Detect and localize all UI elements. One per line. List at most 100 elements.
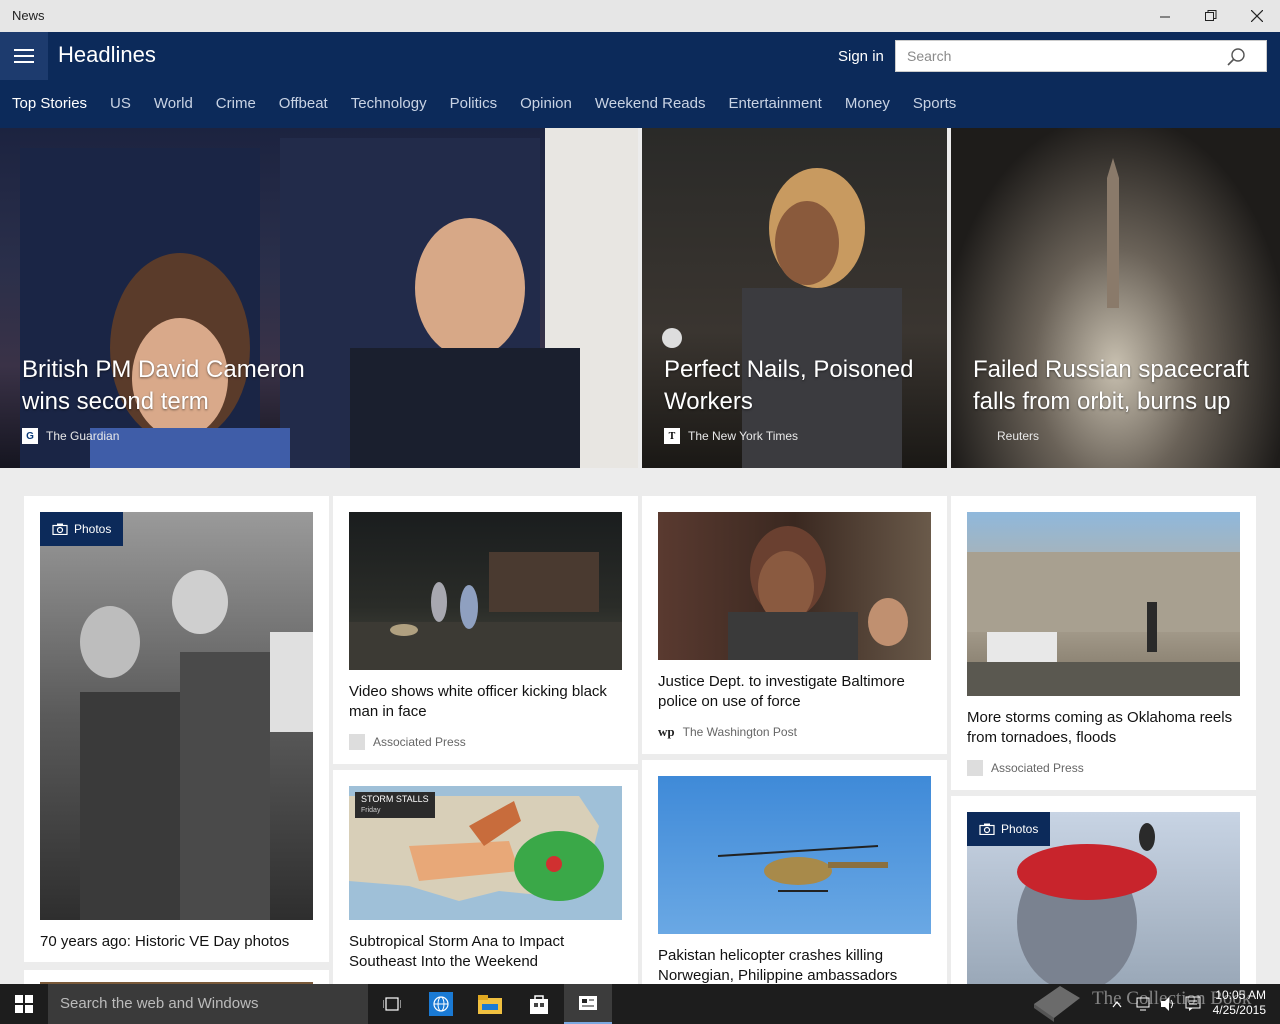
story-card[interactable]: More storms coming as Oklahoma reels fro…: [951, 496, 1256, 790]
card-source: Associated Press: [967, 760, 1084, 776]
store-bag-icon: [530, 995, 548, 1014]
tab-offbeat[interactable]: Offbeat: [279, 95, 328, 112]
restore-icon: [1205, 10, 1217, 21]
action-center-icon[interactable]: [1185, 996, 1201, 1012]
photos-badge-label: Photos: [1001, 822, 1039, 836]
category-tabs: Top Stories US World Crime Offbeat Techn…: [12, 95, 979, 112]
sign-in-link[interactable]: Sign in: [838, 48, 884, 65]
washington-post-logo-icon: wp: [658, 724, 675, 739]
hero-source-name: Reuters: [997, 429, 1040, 443]
nyt-logo-icon: T: [664, 428, 680, 444]
map-label: STORM STALLS Friday: [355, 792, 435, 818]
weather-map: STORM STALLS Friday: [349, 786, 622, 920]
hero-story[interactable]: Perfect Nails, Poisoned Workers T The Ne…: [642, 128, 947, 468]
tab-politics[interactable]: Politics: [450, 95, 498, 112]
guardian-logo-icon: G: [22, 428, 38, 444]
story-card[interactable]: [24, 970, 329, 986]
task-view-icon: [383, 997, 401, 1011]
hero-story[interactable]: British PM David Cameron wins second ter…: [0, 128, 638, 468]
story-card[interactable]: STORM STALLS Friday Subtropical Storm An…: [333, 770, 638, 984]
card-title: Pakistan helicopter crashes killing Norw…: [658, 947, 898, 984]
minimize-icon: [1159, 16, 1170, 17]
folder-icon: [478, 995, 502, 1014]
reuters-logo-icon: [973, 428, 989, 444]
search-icon[interactable]: [1226, 47, 1246, 67]
restore-button[interactable]: [1188, 0, 1234, 32]
tab-top-stories[interactable]: Top Stories: [12, 95, 87, 112]
tab-opinion[interactable]: Opinion: [520, 95, 572, 112]
map-label-sub: Friday: [361, 807, 381, 814]
globe-icon: [429, 992, 453, 1016]
card-source: wp The Washington Post: [658, 724, 797, 740]
hero-source-name: The Guardian: [46, 429, 120, 443]
hero-title: Perfect Nails, Poisoned Workers: [664, 356, 914, 415]
card-photo: [349, 512, 622, 670]
hero-story[interactable]: Failed Russian spacecraft falls from orb…: [951, 128, 1280, 468]
card-source-name: The Washington Post: [682, 725, 797, 739]
task-view-button[interactable]: [368, 984, 416, 1024]
hero-source: G The Guardian: [22, 428, 119, 444]
minimize-button[interactable]: [1142, 0, 1188, 32]
camera-icon: [979, 823, 995, 835]
tab-entertainment[interactable]: Entertainment: [728, 95, 821, 112]
tab-weekend-reads[interactable]: Weekend Reads: [595, 95, 706, 112]
camera-icon: [52, 523, 68, 535]
story-card[interactable]: Photos 70 years ago: Historic VE Day pho…: [24, 496, 329, 962]
photos-badge: Photos: [967, 812, 1051, 846]
story-card[interactable]: Pakistan helicopter crashes killing Norw…: [642, 760, 947, 984]
hero-title: Failed Russian spacecraft falls from orb…: [973, 356, 1250, 415]
ap-logo-icon: [349, 734, 365, 750]
clock-time: 10:05 AM: [1215, 988, 1266, 1002]
photos-badge: Photos: [40, 512, 124, 546]
card-title: 70 years ago: Historic VE Day photos: [40, 933, 290, 950]
hamburger-menu-button[interactable]: [0, 32, 48, 80]
title-bar: News: [0, 0, 1280, 32]
card-source-name: Associated Press: [991, 761, 1084, 775]
card-title: Video shows white officer kicking black …: [349, 683, 607, 720]
news-app-button[interactable]: [564, 984, 612, 1024]
story-card[interactable]: Photos: [951, 796, 1256, 992]
card-title: Justice Dept. to investigate Baltimore p…: [658, 673, 905, 710]
story-card[interactable]: Video shows white officer kicking black …: [333, 496, 638, 764]
hero-title: British PM David Cameron wins second ter…: [22, 356, 305, 415]
hero-source: T The New York Times: [664, 428, 798, 444]
close-button[interactable]: [1234, 0, 1280, 32]
card-title: Subtropical Storm Ana to Impact Southeas…: [349, 933, 565, 970]
tab-crime[interactable]: Crime: [216, 95, 256, 112]
search-input[interactable]: [896, 41, 1216, 71]
app-header: Headlines Sign in Top Stories US World C…: [0, 32, 1280, 128]
tab-us[interactable]: US: [110, 95, 131, 112]
start-button[interactable]: [0, 984, 48, 1024]
edge-browser-button[interactable]: [417, 984, 465, 1024]
close-icon: [1251, 10, 1263, 22]
card-photo: [40, 512, 313, 920]
clock-date: 4/25/2015: [1212, 1003, 1266, 1017]
photos-badge-label: Photos: [74, 522, 112, 536]
watermark-book-logo: [1034, 986, 1080, 1022]
card-source-name: Associated Press: [373, 735, 466, 749]
taskbar: Search the web and Windows The Collectio…: [0, 984, 1280, 1024]
map-label-title: STORM STALLS: [361, 794, 429, 804]
tab-money[interactable]: Money: [845, 95, 890, 112]
tab-world[interactable]: World: [154, 95, 193, 112]
card-title: More storms coming as Oklahoma reels fro…: [967, 709, 1233, 746]
tab-sports[interactable]: Sports: [913, 95, 956, 112]
card-source: Associated Press: [349, 734, 466, 750]
notification-chevron-icon[interactable]: [1112, 1000, 1122, 1008]
store-button[interactable]: [515, 984, 563, 1024]
news-icon: [579, 996, 597, 1010]
taskbar-search[interactable]: Search the web and Windows: [48, 984, 368, 1024]
hero-source: Reuters: [973, 428, 1039, 444]
volume-icon[interactable]: [1160, 996, 1176, 1012]
ap-logo-icon: [967, 760, 983, 776]
card-photo: [658, 512, 931, 660]
system-clock[interactable]: 10:05 AM 4/25/2015: [1213, 988, 1266, 1018]
file-explorer-button[interactable]: [466, 984, 514, 1024]
search-box[interactable]: [895, 40, 1267, 72]
app-title: News: [12, 8, 45, 23]
card-photo: [658, 776, 931, 934]
tab-technology[interactable]: Technology: [351, 95, 427, 112]
story-card[interactable]: Justice Dept. to investigate Baltimore p…: [642, 496, 947, 754]
hero-source-name: The New York Times: [688, 429, 799, 443]
network-icon[interactable]: [1136, 996, 1152, 1012]
